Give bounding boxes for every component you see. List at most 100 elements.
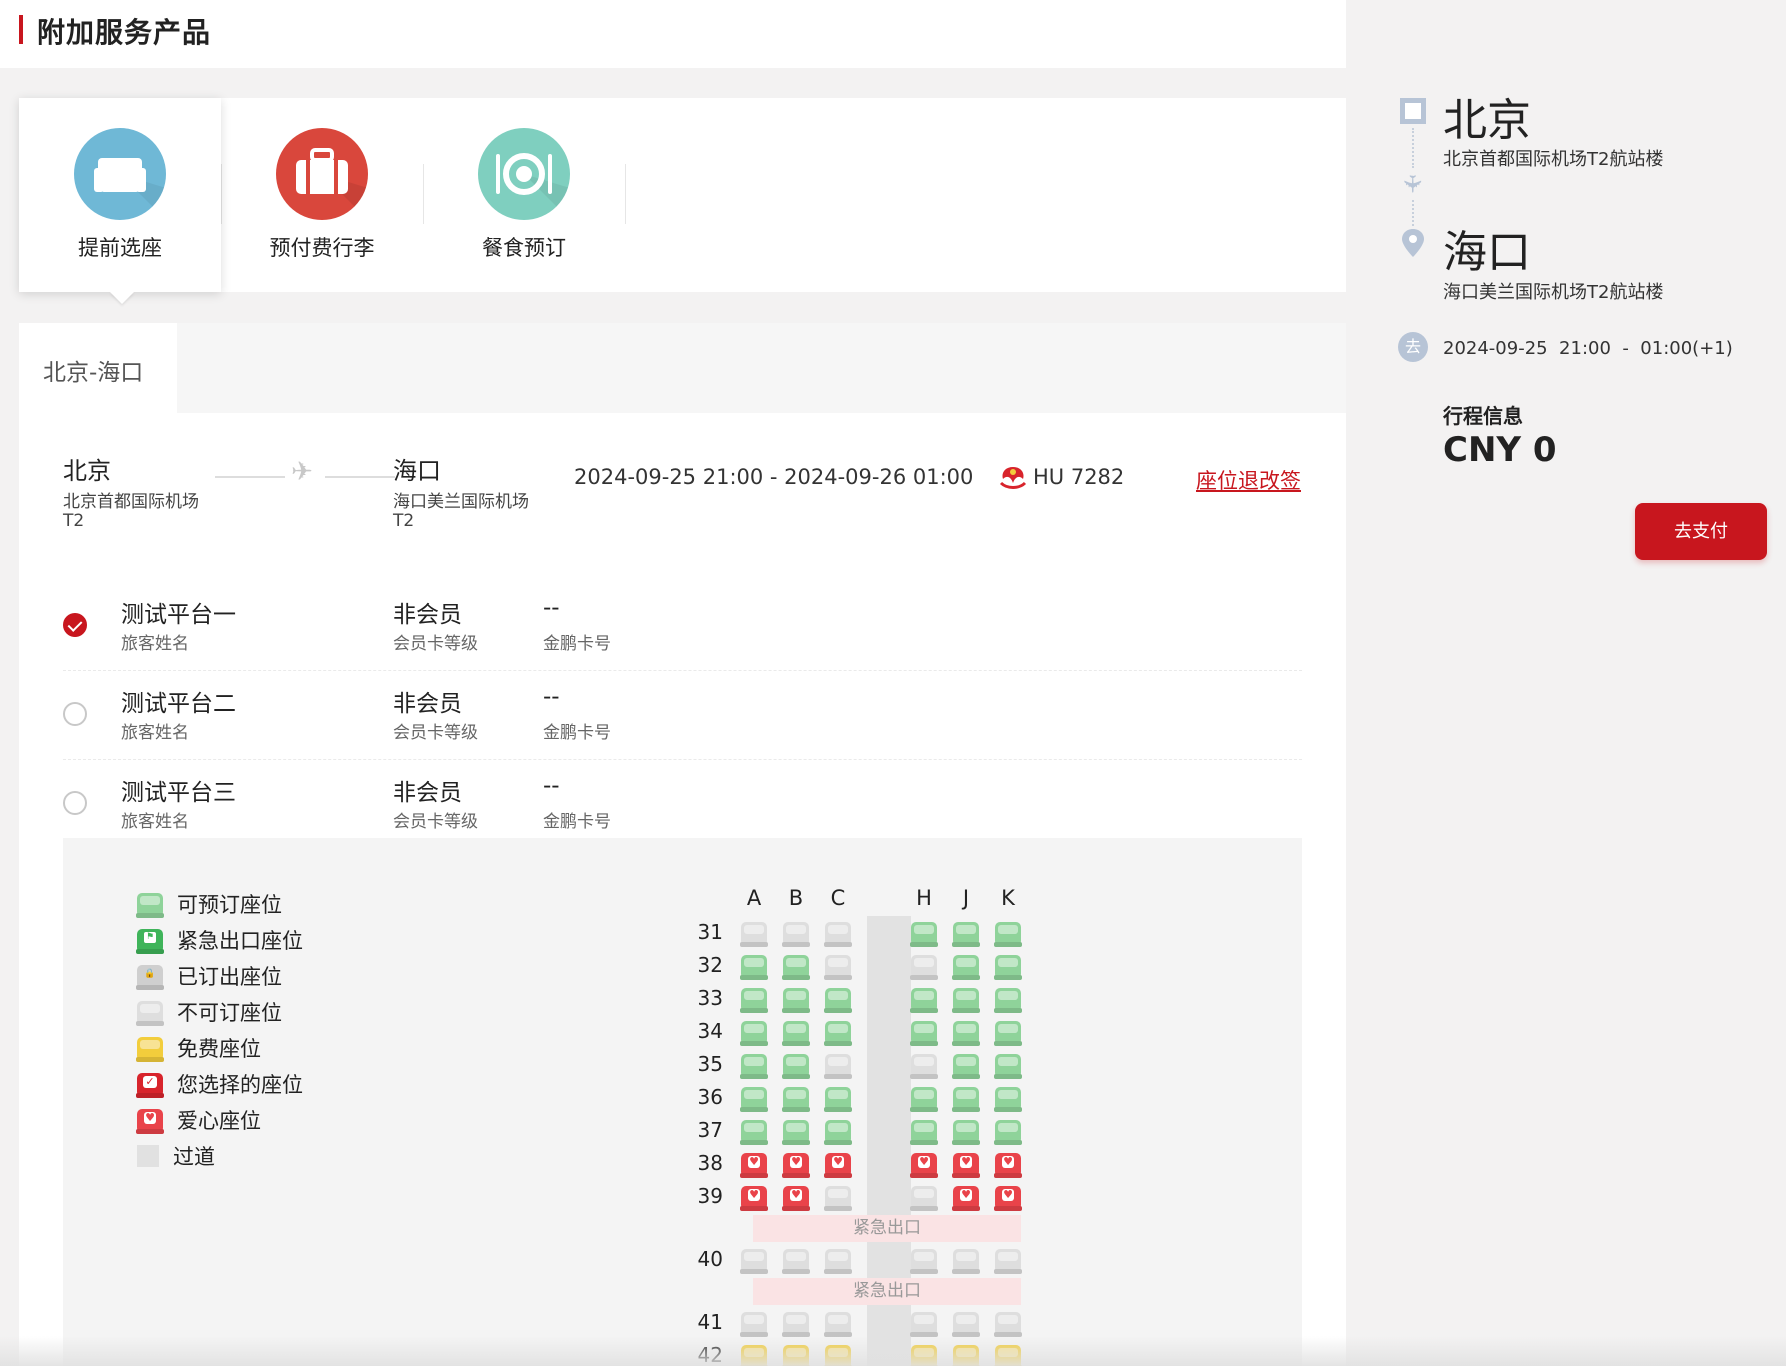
seat-40A: [741, 1249, 767, 1271]
passenger-name: 测试平台二: [121, 691, 236, 717]
seat-36K[interactable]: [995, 1087, 1021, 1109]
tab-label: 预付费行李: [269, 236, 375, 260]
seat-36J[interactable]: [953, 1087, 979, 1109]
seat-41J: [953, 1312, 979, 1334]
seat-34B[interactable]: [783, 1021, 809, 1043]
seat-38A[interactable]: [741, 1153, 767, 1175]
to-city: 海口: [393, 457, 441, 485]
seat-39A[interactable]: [741, 1186, 767, 1208]
seat-36H[interactable]: [911, 1087, 937, 1109]
plane-icon: ✈: [291, 457, 313, 487]
seat-33J[interactable]: [953, 988, 979, 1010]
passenger-name: 测试平台三: [121, 780, 236, 806]
love-seat-icon: [137, 1109, 163, 1131]
legend-label: 爱心座位: [177, 1109, 261, 1133]
legend-label: 不可订座位: [177, 1001, 282, 1025]
origin-icon: [1400, 98, 1426, 124]
seat-34K[interactable]: [995, 1021, 1021, 1043]
seat-40C: [825, 1249, 851, 1271]
legend-item: 已订出座位: [137, 958, 303, 994]
seat-31A: [741, 922, 767, 944]
column-letter: H: [916, 886, 932, 910]
passenger-row[interactable]: 测试平台三 旅客姓名 非会员 会员卡等级 -- 金鹏卡号: [63, 761, 1302, 849]
seat-35B[interactable]: [783, 1054, 809, 1076]
card-number-label: 金鹏卡号: [543, 812, 611, 832]
passenger-radio-checked[interactable]: [63, 613, 87, 637]
seat-39B[interactable]: [783, 1186, 809, 1208]
seat-32A[interactable]: [741, 955, 767, 977]
seat-legend: 可预订座位 紧急出口座位 已订出座位 不可订座位 免费座位 您选择的座位: [137, 886, 303, 1174]
card-number: --: [543, 773, 560, 799]
legend-item: 不可订座位: [137, 994, 303, 1030]
passenger-radio[interactable]: [63, 702, 87, 726]
luggage-icon: [276, 128, 368, 220]
seat-35K[interactable]: [995, 1054, 1021, 1076]
seat-35C: [825, 1054, 851, 1076]
seat-32B[interactable]: [783, 955, 809, 977]
seat-31K[interactable]: [995, 922, 1021, 944]
legend-label: 紧急出口座位: [177, 929, 303, 953]
page-title: 附加服务产品: [37, 16, 212, 49]
header-accent-bar: [19, 15, 23, 44]
seat-36A[interactable]: [741, 1087, 767, 1109]
seat-34C[interactable]: [825, 1021, 851, 1043]
seat-change-link[interactable]: 座位退改签: [1196, 465, 1301, 495]
seat-34J[interactable]: [953, 1021, 979, 1043]
seat-39J[interactable]: [953, 1186, 979, 1208]
legend-item: 过道: [137, 1138, 303, 1174]
seat-38C[interactable]: [825, 1153, 851, 1175]
seat-31H[interactable]: [911, 922, 937, 944]
seat-38H[interactable]: [911, 1153, 937, 1175]
trip-sidebar: 北京 北京首都国际机场T2航站楼 ✈ 海口 海口美兰国际机场T2航站楼 去 20…: [1346, 0, 1786, 1366]
seat-33A[interactable]: [741, 988, 767, 1010]
passenger-name-label: 旅客姓名: [121, 723, 189, 743]
legend-label: 可预订座位: [177, 893, 282, 917]
member-level-label: 会员卡等级: [393, 634, 478, 654]
legend-label: 过道: [173, 1145, 215, 1169]
seat-40J: [953, 1249, 979, 1271]
row-number: 36: [697, 1085, 723, 1109]
tab-route[interactable]: 北京-海口: [19, 323, 177, 413]
seat-37J[interactable]: [953, 1120, 979, 1142]
seat-37A[interactable]: [741, 1120, 767, 1142]
seat-38J[interactable]: [953, 1153, 979, 1175]
seat-33B[interactable]: [783, 988, 809, 1010]
passenger-name: 测试平台一: [121, 602, 236, 628]
column-letter: K: [1001, 886, 1015, 910]
member-level: 非会员: [393, 602, 462, 628]
passenger-row[interactable]: 测试平台一 旅客姓名 非会员 会员卡等级 -- 金鹏卡号: [63, 583, 1302, 671]
seat-32J[interactable]: [953, 955, 979, 977]
column-letter: A: [746, 886, 762, 910]
tab-seat-selection[interactable]: 提前选座: [19, 98, 221, 292]
seat-34H[interactable]: [911, 1021, 937, 1043]
seat-32K[interactable]: [995, 955, 1021, 977]
seat-34A[interactable]: [741, 1021, 767, 1043]
meal-icon: [478, 128, 570, 220]
card-number-label: 金鹏卡号: [543, 723, 611, 743]
seat-37C[interactable]: [825, 1120, 851, 1142]
pay-button[interactable]: 去支付: [1635, 503, 1767, 560]
legend-item: 紧急出口座位: [137, 922, 303, 958]
route-line: [215, 476, 285, 478]
seat-37B[interactable]: [783, 1120, 809, 1142]
seat-39K[interactable]: [995, 1186, 1021, 1208]
seat-37H[interactable]: [911, 1120, 937, 1142]
seat-31J[interactable]: [953, 922, 979, 944]
tab-prepaid-luggage[interactable]: 预付费行李: [221, 98, 423, 292]
passenger-radio[interactable]: [63, 791, 87, 815]
seat-38B[interactable]: [783, 1153, 809, 1175]
seat-38K[interactable]: [995, 1153, 1021, 1175]
passenger-row[interactable]: 测试平台二 旅客姓名 非会员 会员卡等级 -- 金鹏卡号: [63, 672, 1302, 760]
plane-icon: ✈: [1398, 173, 1427, 195]
seat-36B[interactable]: [783, 1087, 809, 1109]
outbound-badge: 去: [1398, 332, 1428, 362]
seat-33K[interactable]: [995, 988, 1021, 1010]
route-dots: [1412, 128, 1414, 168]
seat-33C[interactable]: [825, 988, 851, 1010]
seat-33H[interactable]: [911, 988, 937, 1010]
seat-36C[interactable]: [825, 1087, 851, 1109]
tab-meal-booking[interactable]: 餐食预订: [423, 98, 625, 292]
seat-37K[interactable]: [995, 1120, 1021, 1142]
seat-35J[interactable]: [953, 1054, 979, 1076]
seat-35A[interactable]: [741, 1054, 767, 1076]
